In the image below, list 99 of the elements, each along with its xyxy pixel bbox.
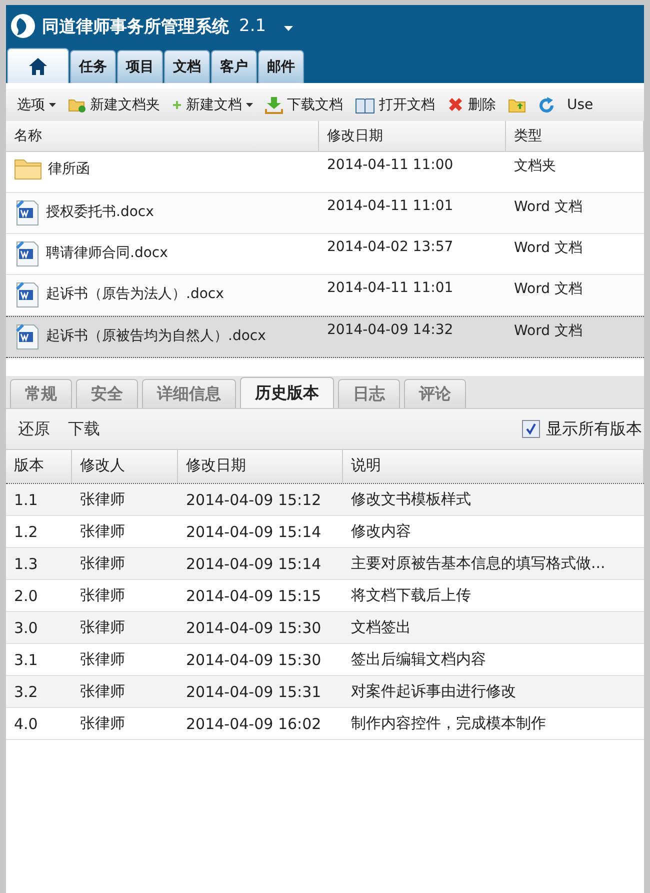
detail-tab[interactable]: 评论 — [404, 379, 466, 408]
delete-icon — [447, 96, 464, 114]
table-cell-text: 3.1 — [13, 650, 39, 668]
toolbar-button[interactable]: Use — [564, 95, 596, 115]
column-header[interactable]: 修改日期 — [178, 450, 343, 483]
table-cell-text: 2014-04-09 15:15 — [185, 586, 322, 604]
caret-icon — [49, 103, 56, 107]
file-name: 授权委托书.docx — [46, 203, 154, 221]
folder-icon — [14, 157, 42, 181]
document-icon — [14, 198, 40, 226]
toolbar-button[interactable]: 选项 — [14, 94, 59, 116]
table-cell-text: 文档签出 — [350, 618, 412, 637]
table-cell-text: 张律师 — [79, 650, 126, 669]
type-cell-text: Word 文档 — [513, 322, 584, 341]
date-cell-text: 2014-04-09 14:32 — [326, 321, 454, 340]
nav-tab[interactable]: 文档 — [164, 50, 210, 83]
table-cell-text: 1.1 — [13, 490, 39, 508]
download-icon — [265, 96, 283, 114]
table-cell-text: 制作内容控件，完成模本制作 — [350, 714, 547, 733]
toolbar-button[interactable]: 删除 — [444, 94, 499, 116]
file-row[interactable]: 起诉书（原被告均为自然人）.docx 2014-04-09 14:32 Word 文档 — [6, 316, 644, 358]
type-cell-text: Word 文档 — [513, 280, 584, 299]
toolbar-button[interactable]: 新建文档 — [169, 94, 256, 116]
table-cell-text: 2014-04-09 15:30 — [185, 650, 322, 668]
action-button[interactable]: 下载 — [66, 416, 102, 442]
table-cell-text: 2014-04-09 15:12 — [185, 490, 322, 508]
caret-icon[interactable] — [284, 26, 294, 30]
checkbox-label: 显示所有版本 — [546, 418, 642, 440]
column-header[interactable]: 修改人 — [72, 450, 178, 483]
table-cell-text: 张律师 — [79, 522, 126, 541]
home-icon — [29, 58, 47, 74]
document-icon — [14, 322, 40, 350]
nav-tab[interactable]: 项目 — [117, 50, 163, 83]
file-name: 起诉书（原被告均为自然人）.docx — [46, 327, 266, 345]
folder-add-icon — [68, 97, 86, 113]
type-cell-text: Word 文档 — [513, 198, 584, 217]
table-cell-text: 主要对原被告基本信息的填写格式做... — [350, 554, 606, 573]
table-cell-text: 2014-04-09 16:02 — [185, 714, 322, 732]
table-cell-text: 签出后编辑文档内容 — [350, 650, 487, 669]
file-name: 起诉书（原告为法人）.docx — [46, 285, 224, 303]
table-cell-text: 张律师 — [79, 618, 126, 637]
table-cell-text: 2014-04-09 15:14 — [185, 522, 322, 540]
table-cell-text: 1.2 — [13, 522, 39, 540]
nav-tab[interactable]: 邮件 — [258, 50, 304, 83]
table-cell-text: 张律师 — [79, 554, 126, 573]
book-icon — [355, 96, 375, 114]
file-row[interactable]: 授权委托书.docx 2014-04-11 11:01 Word 文档 — [6, 193, 644, 234]
toolbar-button[interactable]: 下载文档 — [262, 94, 346, 116]
action-button[interactable]: 还原 — [16, 416, 52, 442]
column-header[interactable]: 说明 — [343, 450, 644, 483]
folder-icon — [508, 97, 526, 113]
detail-tab[interactable]: 历史版本 — [240, 377, 334, 408]
type-cell-text: Word 文档 — [513, 239, 584, 258]
column-header[interactable]: 类型 — [506, 121, 644, 151]
detail-tab[interactable]: 安全 — [76, 379, 138, 408]
home-tab[interactable] — [7, 48, 69, 83]
date-cell-text: 2014-04-11 11:01 — [326, 279, 454, 298]
file-name: 律所函 — [48, 160, 90, 178]
table-cell-text: 2.0 — [13, 586, 39, 604]
table-cell-text: 2014-04-09 15:30 — [185, 618, 322, 636]
nav-tab[interactable]: 客户 — [211, 50, 257, 83]
table-cell-text: 2014-04-09 15:31 — [185, 682, 322, 700]
table-cell-text: 3.2 — [13, 682, 39, 700]
plus-icon — [172, 100, 182, 110]
refresh-icon — [538, 96, 555, 114]
logo-icon — [10, 13, 36, 39]
table-cell-text: 3.0 — [13, 618, 39, 636]
detail-tab[interactable]: 日志 — [338, 379, 400, 408]
table-cell-text: 将文档下载后上传 — [350, 586, 472, 605]
type-cell-text: 文档夹 — [513, 157, 557, 176]
table-cell-text: 张律师 — [79, 682, 126, 701]
toolbar-button[interactable]: 打开文档 — [352, 94, 438, 116]
version-label: 2.1 — [239, 16, 266, 36]
nav-tab[interactable]: 任务 — [70, 50, 116, 83]
table-cell-text: 张律师 — [79, 714, 126, 733]
detail-tab[interactable]: 详细信息 — [142, 379, 236, 408]
table-cell-text: 张律师 — [79, 586, 126, 605]
table-cell-text: 张律师 — [79, 490, 126, 509]
file-name: 聘请律师合同.docx — [46, 244, 168, 262]
table-cell-text: 4.0 — [13, 714, 39, 732]
table-cell-text: 修改文书模板样式 — [350, 490, 472, 509]
table-cell-text: 1.3 — [13, 554, 39, 572]
column-header[interactable]: 修改日期 — [319, 121, 506, 151]
document-icon — [14, 239, 40, 267]
date-cell-text: 2014-04-11 11:00 — [326, 156, 454, 175]
detail-tab[interactable]: 常规 — [10, 379, 72, 408]
checkbox[interactable] — [522, 420, 540, 438]
app-title: 同道律师事务所管理系统 — [42, 16, 229, 38]
table-cell-text: 修改内容 — [350, 522, 412, 541]
toolbar-button[interactable]: 新建文档夹 — [65, 94, 163, 116]
column-header[interactable]: 版本 — [6, 450, 72, 483]
table-cell-text: 对案件起诉事由进行修改 — [350, 682, 517, 701]
column-header[interactable]: 名称 — [6, 121, 319, 151]
table-cell-text: 2014-04-09 15:14 — [185, 554, 322, 572]
document-icon — [14, 280, 40, 308]
file-row[interactable]: 起诉书（原告为法人）.docx 2014-04-11 11:01 Word 文档 — [6, 275, 644, 316]
date-cell-text: 2014-04-02 13:57 — [326, 238, 454, 257]
date-cell-text: 2014-04-11 11:01 — [326, 197, 454, 216]
caret-icon — [246, 103, 253, 107]
